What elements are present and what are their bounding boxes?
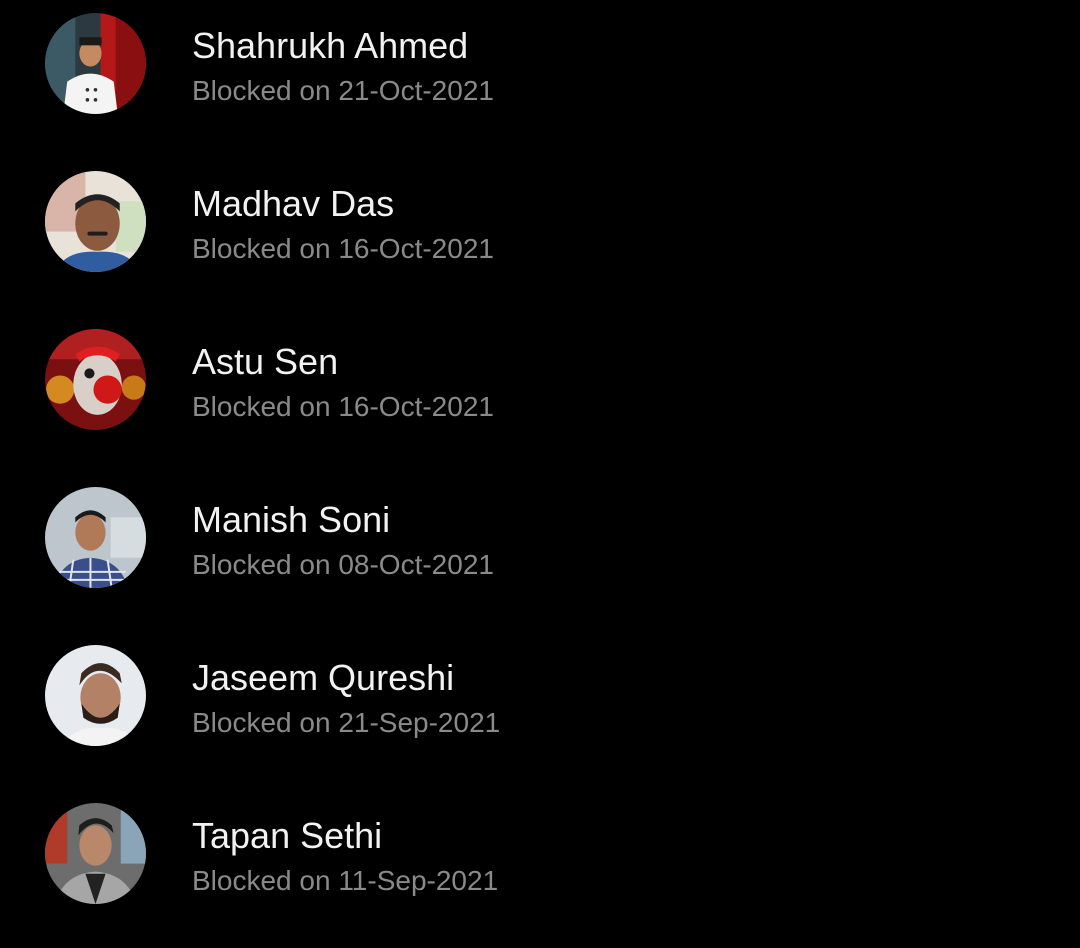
contact-avatar-icon[interactable] xyxy=(45,13,146,114)
contact-name: Shahrukh Ahmed xyxy=(192,25,469,66)
avatar-red-deity-icon xyxy=(45,329,146,430)
blocked-contact-row[interactable]: Tapan Sethi Blocked on 11-Sep-2021 xyxy=(0,790,1080,948)
avatar-chef-white-coat-icon xyxy=(45,13,146,114)
avatar-man-grey-jacket-icon xyxy=(45,803,146,904)
avatar-man-beard-icon xyxy=(45,645,146,746)
blocked-contact-row[interactable]: Jaseem Qureshi Blocked on 21-Sep-2021 xyxy=(0,632,1080,790)
contact-name: Tapan Sethi xyxy=(192,815,383,856)
blocked-contacts-list: Shahrukh Ahmed Blocked on 21-Oct-2021 Ma… xyxy=(0,0,1080,939)
contact-name: Jaseem Qureshi xyxy=(192,657,455,698)
blocked-date: Blocked on 08-Oct-2021 xyxy=(192,549,494,580)
contact-avatar-icon[interactable] xyxy=(45,645,146,746)
contact-avatar-icon[interactable] xyxy=(45,329,146,430)
blocked-date: Blocked on 16-Oct-2021 xyxy=(192,233,494,264)
avatar-man-mustache-icon xyxy=(45,171,146,272)
contact-name: Astu Sen xyxy=(192,341,339,382)
contact-name: Madhav Das xyxy=(192,183,395,224)
contact-avatar-icon[interactable] xyxy=(45,171,146,272)
contact-name: Manish Soni xyxy=(192,499,391,540)
blocked-contact-row[interactable]: Manish Soni Blocked on 08-Oct-2021 xyxy=(0,474,1080,632)
blocked-date: Blocked on 11-Sep-2021 xyxy=(192,865,499,896)
blocked-date: Blocked on 16-Oct-2021 xyxy=(192,391,494,422)
blocked-contact-row[interactable]: Madhav Das Blocked on 16-Oct-2021 xyxy=(0,158,1080,316)
contact-avatar-icon[interactable] xyxy=(45,487,146,588)
avatar-man-checked-shirt-icon xyxy=(45,487,146,588)
blocked-contact-row[interactable]: Shahrukh Ahmed Blocked on 21-Oct-2021 xyxy=(0,0,1080,158)
blocked-date: Blocked on 21-Oct-2021 xyxy=(192,75,494,106)
blocked-contact-row[interactable]: Astu Sen Blocked on 16-Oct-2021 xyxy=(0,316,1080,474)
contact-avatar-icon[interactable] xyxy=(45,803,146,904)
blocked-date: Blocked on 21-Sep-2021 xyxy=(192,707,501,738)
